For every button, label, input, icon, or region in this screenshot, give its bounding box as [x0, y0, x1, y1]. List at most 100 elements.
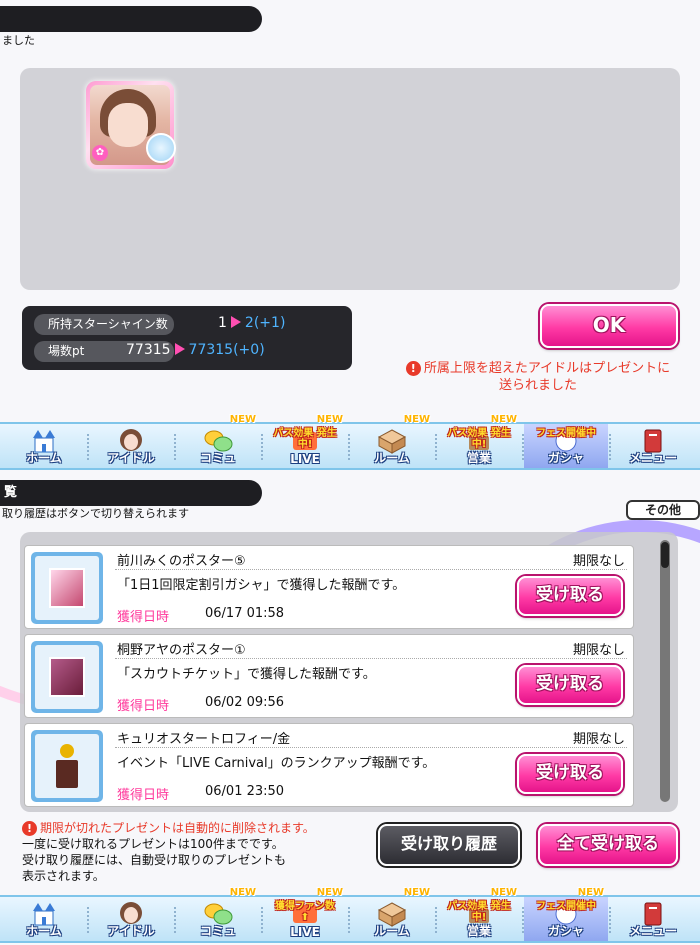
nav-item[interactable]: ホーム [2, 424, 86, 468]
acquired-date: 06/17 01:58 [205, 606, 285, 621]
new-badge: NEW [490, 887, 517, 898]
receive-button[interactable]: 受け取る [517, 665, 623, 705]
nav-label: メニュー [628, 924, 677, 938]
result-header-bar [0, 6, 262, 32]
venue-pt-value: 77315 77315(+0) [126, 342, 265, 358]
new-badge: NEW [490, 414, 517, 425]
nav-label: 営業 [466, 924, 491, 938]
new-badge: NEW [403, 887, 430, 898]
nav-banner: パス効果 発生中! [273, 428, 337, 450]
receive-button[interactable]: 受け取る [517, 576, 623, 616]
present-thumbnail [31, 730, 103, 802]
nav-label: ホーム [26, 451, 62, 465]
nav-label: アイドル [107, 451, 155, 465]
present-name: 桐野アヤのポスター① [117, 643, 246, 658]
nav-label: 営業 [466, 451, 491, 465]
idol-card[interactable]: ✿ [86, 81, 176, 169]
nav-banner: パス効果 発生中! [447, 901, 511, 923]
nav-banner: フェス開催中 [536, 428, 596, 439]
acquired-date: 06/02 09:56 [205, 695, 285, 710]
nav-label: LIVE [290, 452, 320, 466]
stats-box: 所持スターシャイン数 1 2(+1) 場数pt 77315 77315(+0) [22, 306, 352, 370]
nav-banner: フェス開催中 [536, 901, 596, 912]
ok-button[interactable]: OK [540, 304, 678, 348]
star-shine-badge-icon [146, 133, 176, 163]
nav-item[interactable]: コミュ NEW [176, 887, 260, 941]
present-limit: 期限なし [572, 643, 625, 658]
nav-item[interactable]: ルーム NEW [350, 414, 434, 468]
present-limit: 期限なし [572, 554, 625, 569]
present-description: 「スカウトチケット」で獲得した報酬です。 [117, 667, 376, 682]
new-badge: NEW [403, 414, 430, 425]
present-list-scrollbar[interactable] [660, 540, 670, 802]
nav-item[interactable]: アイドル [89, 424, 173, 468]
main-navbar-top: ホーム アイドル コミュ NEW パス効果 発生中! LIVE NEW ルーム NEW パス効果 … [0, 414, 700, 470]
nav-banner: 獲得ファン数⬆ [275, 901, 335, 923]
nav-item[interactable]: パス効果 発生中! 営業 NEW [437, 414, 521, 468]
nav-item[interactable]: コミュ NEW [176, 414, 260, 468]
poster-icon [49, 568, 85, 608]
nav-item[interactable]: ホーム [2, 897, 86, 941]
present-description: 「1日1回限定割引ガシャ」で獲得した報酬です。 [117, 578, 406, 593]
receive-button[interactable]: 受け取る [517, 754, 623, 794]
new-badge: NEW [316, 414, 343, 425]
poster-icon [49, 657, 85, 697]
present-description: イベント「LIVE Carnival」のランクアップ報酬です。 [117, 756, 436, 771]
result-header-text: ました [2, 34, 35, 47]
new-badge: NEW [577, 887, 604, 898]
present-header-text: 覧 [4, 485, 18, 500]
receive-history-button[interactable]: 受け取り履歴 [378, 824, 520, 866]
present-item: キュリオスタートロフィー/金 期限なし イベント「LIVE Carnival」の… [24, 723, 634, 807]
nav-banner: パス効果 発生中! [447, 428, 511, 450]
present-limit: 期限なし [572, 732, 625, 747]
nav-item[interactable]: メニュー [611, 424, 695, 468]
new-badge: NEW [229, 887, 256, 898]
divider [115, 658, 627, 659]
star-shine-value: 1 2(+1) [218, 315, 286, 331]
present-name: キュリオスタートロフィー/金 [117, 732, 291, 747]
nav-label: アイドル [107, 924, 155, 938]
nav-label: コミュ [199, 451, 236, 465]
nav-item[interactable]: フェス開催中 ガシャ [524, 424, 608, 468]
nav-label: コミュ [199, 924, 236, 938]
acquired-date-label: 獲得日時 [117, 788, 170, 803]
nav-label: ホーム [26, 924, 62, 938]
present-notes: ! 期限が切れたプレゼントは自動的に削除されます。 一度に受け取れるプレゼントは1… [22, 821, 315, 883]
nav-label: ガシャ [547, 924, 584, 938]
present-header-bar: 覧 [0, 480, 262, 506]
nav-item[interactable]: メニュー [611, 897, 695, 941]
present-item: 桐野アヤのポスター① 期限なし 「スカウトチケット」で獲得した報酬です。 獲得日… [24, 634, 634, 718]
trophy-icon [52, 744, 82, 788]
warning-icon: ! [405, 361, 421, 376]
present-subtitle: 取り履歴はボタンで切り替えられます [2, 507, 189, 520]
new-badge: NEW [316, 887, 343, 898]
nav-item[interactable]: パス効果 発生中! 営業 NEW [437, 887, 521, 941]
present-name: 前川みくのポスター⑤ [117, 554, 246, 569]
divider [115, 747, 627, 748]
nav-item[interactable]: パス効果 発生中! LIVE NEW [263, 414, 347, 468]
idol-face [108, 103, 148, 147]
present-item: 前川みくのポスター⑤ 期限なし 「1日1回限定割引ガシャ」で獲得した報酬です。 … [24, 545, 634, 629]
receive-all-button[interactable]: 全て受け取る [538, 824, 678, 866]
acquired-date-label: 獲得日時 [117, 610, 170, 625]
divider [115, 569, 627, 570]
nav-item[interactable]: フェス開催中 ガシャ NEW [524, 887, 608, 941]
new-badge: NEW [229, 414, 256, 425]
nav-label: LIVE [290, 925, 320, 939]
present-thumbnail [31, 552, 103, 624]
overflow-warning: ! 所属上限を超えたアイドルはプレゼントに 送られました [388, 360, 688, 394]
present-thumbnail [31, 641, 103, 713]
nav-label: メニュー [628, 451, 677, 465]
nav-label: ルーム [374, 451, 410, 465]
arrow-right-icon [230, 316, 241, 328]
main-navbar-bottom: ホーム アイドル コミュ NEW 獲得ファン数⬆ LIVE NEW ルーム NEW パス効果 発生… [0, 887, 700, 943]
nav-item[interactable]: 獲得ファン数⬆ LIVE NEW [263, 887, 347, 941]
scrollbar-thumb[interactable] [661, 542, 669, 568]
rarity-star-icon: ✿ [92, 145, 108, 161]
nav-item[interactable]: アイドル [89, 897, 173, 941]
nav-item[interactable]: ルーム NEW [350, 887, 434, 941]
arrow-right-icon [174, 343, 185, 355]
filter-other-button[interactable]: その他 [626, 500, 700, 520]
warning-icon: ! [22, 821, 37, 836]
nav-label: ルーム [374, 924, 410, 938]
